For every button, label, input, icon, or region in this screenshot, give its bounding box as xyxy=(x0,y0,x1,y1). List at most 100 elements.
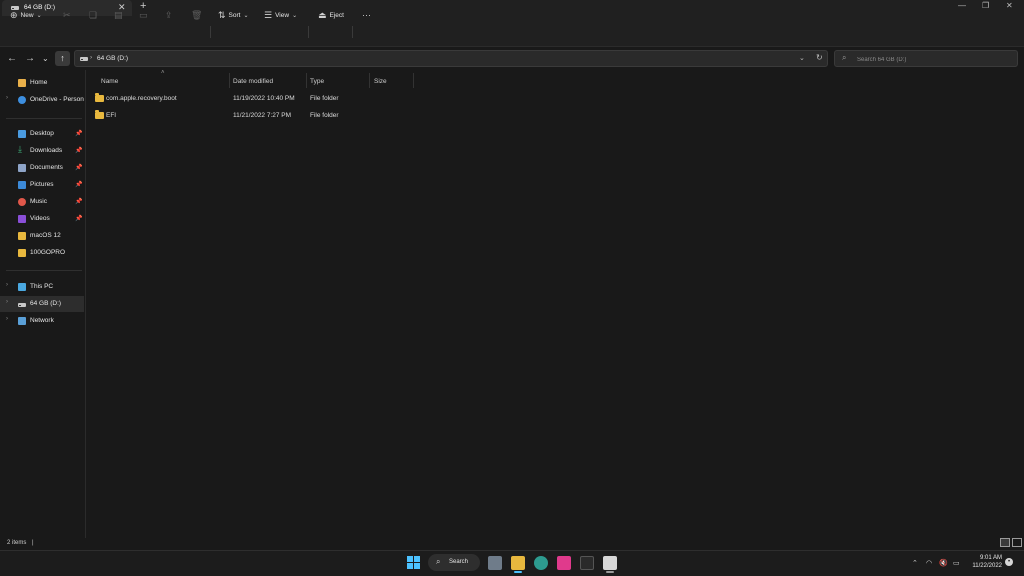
more-button[interactable]: ··· xyxy=(362,8,371,22)
app-icon[interactable] xyxy=(580,556,594,570)
notification-icon[interactable]: • xyxy=(1005,558,1013,566)
delete-button[interactable]: 🗑 xyxy=(191,8,202,22)
table-row[interactable]: EFI 11/21/2022 7:27 PM File folder xyxy=(90,108,420,123)
music-icon xyxy=(18,198,26,206)
wifi-icon[interactable]: ◠ xyxy=(926,559,932,567)
new-label: New xyxy=(20,11,34,19)
volume-muted-icon[interactable]: 🔇 xyxy=(939,559,948,567)
recent-locations-button[interactable]: ⌄ xyxy=(42,54,49,63)
sidebar-item-pictures[interactable]: Pictures 📌 xyxy=(0,177,84,193)
column-header-name[interactable]: Name xyxy=(101,78,118,92)
sort-label: Sort xyxy=(228,11,241,19)
search-box[interactable]: ⌕ xyxy=(834,50,1018,67)
divider xyxy=(352,26,353,38)
pin-icon: 📌 xyxy=(75,216,83,222)
column-divider[interactable] xyxy=(229,73,230,88)
address-bar[interactable]: › 64 GB (D:) ⌄ ↻ xyxy=(74,50,828,67)
column-header-date[interactable]: Date modified xyxy=(233,78,273,92)
sidebar-item-label: 100GOPRO xyxy=(30,249,66,256)
sidebar-item-home[interactable]: Home xyxy=(0,75,84,91)
folder-icon xyxy=(18,232,26,240)
column-divider[interactable] xyxy=(413,73,414,88)
column-header-type[interactable]: Type xyxy=(310,78,324,92)
clock[interactable]: 9:01 AM 11/22/2022 xyxy=(968,554,1002,570)
network-icon xyxy=(18,317,26,325)
arrow-up-icon: ↑ xyxy=(60,53,65,63)
share-button[interactable]: ⇪ xyxy=(165,8,173,22)
chevron-up-icon[interactable]: ⌃ xyxy=(912,559,918,567)
sidebar-item-100gopro[interactable]: 100GOPRO xyxy=(0,245,84,261)
divider xyxy=(6,118,82,119)
download-icon: ⤓ xyxy=(18,144,22,154)
edge-browser-icon[interactable] xyxy=(534,556,548,570)
rename-button[interactable]: ▭ xyxy=(139,8,148,22)
paste-button[interactable]: ▤ xyxy=(114,8,123,22)
column-header-size[interactable]: Size xyxy=(374,78,387,92)
file-explorer-icon[interactable] xyxy=(511,556,525,570)
sidebar-item-music[interactable]: Music 📌 xyxy=(0,194,84,210)
maximize-button[interactable]: ❐ xyxy=(982,1,989,10)
view-icon: ☰ xyxy=(264,9,273,20)
refresh-icon[interactable]: ↻ xyxy=(816,53,823,62)
view-label: View xyxy=(275,11,290,19)
forward-button[interactable]: → xyxy=(25,53,35,64)
app-icon[interactable] xyxy=(557,556,571,570)
details-view-button[interactable] xyxy=(1000,538,1010,547)
sidebar-item-label: 64 GB (D:) xyxy=(30,300,62,307)
windows-start-icon[interactable] xyxy=(407,556,420,569)
new-button[interactable]: ⊕ New ⌄ xyxy=(10,8,42,22)
sidebar-item-downloads[interactable]: ⤓ Downloads 📌 xyxy=(0,143,84,159)
cut-button[interactable]: ✂ xyxy=(63,8,71,22)
home-icon xyxy=(18,79,26,87)
computer-icon xyxy=(18,283,26,291)
table-row[interactable]: com.apple.recovery.boot 11/19/2022 10:40… xyxy=(90,91,420,106)
task-view-icon[interactable] xyxy=(488,556,502,570)
sidebar-item-documents[interactable]: Documents 📌 xyxy=(0,160,84,176)
share-icon: ⇪ xyxy=(165,9,173,20)
desktop-icon xyxy=(18,130,26,138)
chevron-right-icon[interactable]: › xyxy=(6,95,8,101)
column-divider[interactable] xyxy=(369,73,370,88)
drive-icon xyxy=(18,303,26,307)
up-button[interactable]: ↑ xyxy=(55,51,70,66)
app-icon[interactable] xyxy=(603,556,617,570)
tiles-view-button[interactable] xyxy=(1012,538,1022,547)
folder-icon xyxy=(18,249,26,257)
sidebar-item-label: This PC xyxy=(30,283,54,290)
video-icon xyxy=(18,215,26,223)
sidebar-item-label: macOS 12 xyxy=(30,232,61,239)
view-button[interactable]: ☰ View ⌄ xyxy=(264,8,297,22)
sidebar-item-64gb[interactable]: › 64 GB (D:) xyxy=(0,296,84,312)
cloud-icon xyxy=(18,96,26,104)
sidebar-item-desktop[interactable]: Desktop 📌 xyxy=(0,126,84,142)
battery-icon[interactable]: ▭ xyxy=(953,559,960,567)
search-icon: ⌕ xyxy=(436,557,441,566)
sidebar-item-videos[interactable]: Videos 📌 xyxy=(0,211,84,227)
minimize-button[interactable]: — xyxy=(958,1,966,10)
file-name: com.apple.recovery.boot xyxy=(106,95,177,102)
copy-button[interactable]: ❏ xyxy=(89,8,97,22)
close-window-button[interactable]: ✕ xyxy=(1006,1,1013,10)
sidebar-item-network[interactable]: › Network xyxy=(0,313,84,329)
drive-icon xyxy=(80,57,88,61)
sidebar-item-onedrive[interactable]: › OneDrive - Persona xyxy=(0,92,84,108)
chevron-down-icon[interactable]: ⌄ xyxy=(799,54,805,62)
chevron-right-icon[interactable]: › xyxy=(6,316,8,322)
search-input[interactable] xyxy=(855,53,1017,66)
sort-button[interactable]: ⇅ Sort ⌄ xyxy=(218,8,249,22)
eject-button[interactable]: ⏏ Eject xyxy=(318,8,344,22)
chevron-right-icon[interactable]: › xyxy=(6,282,8,288)
breadcrumb[interactable]: 64 GB (D:) xyxy=(97,55,128,62)
sort-icon: ⇅ xyxy=(218,9,226,20)
picture-icon xyxy=(18,181,26,189)
column-divider[interactable] xyxy=(306,73,307,88)
sidebar-item-macos12[interactable]: macOS 12 xyxy=(0,228,84,244)
taskbar-search[interactable]: ⌕ Search xyxy=(428,554,480,571)
back-button[interactable]: ← xyxy=(7,53,17,64)
sidebar-item-this-pc[interactable]: › This PC xyxy=(0,279,84,295)
eject-icon: ⏏ xyxy=(318,9,327,20)
copy-icon: ❏ xyxy=(89,9,98,20)
chevron-right-icon[interactable]: › xyxy=(6,299,8,305)
divider xyxy=(308,26,309,38)
clock-date: 11/22/2022 xyxy=(972,563,1002,569)
